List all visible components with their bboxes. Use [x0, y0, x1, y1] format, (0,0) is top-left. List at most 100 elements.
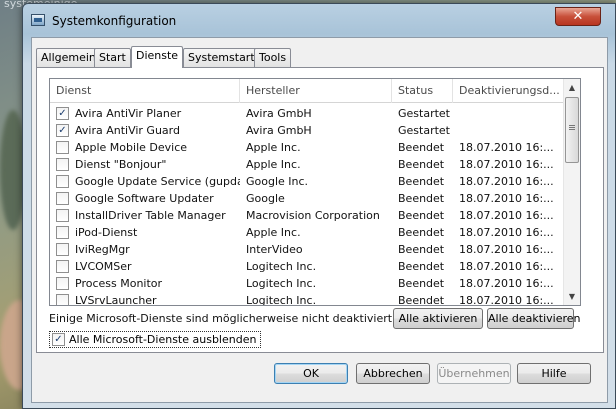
system-configuration-window: Systemkonfiguration ✕ Allgemein Start Di…: [22, 3, 616, 409]
service-vendor: Google: [246, 192, 285, 205]
hide-microsoft-services-check-icon: ✓: [52, 333, 65, 346]
service-name: Apple Mobile Device: [75, 141, 188, 154]
service-checkbox[interactable]: ✓: [56, 107, 69, 120]
msconfig-app-icon: [31, 14, 45, 26]
enable-all-button[interactable]: Alle aktivieren: [393, 308, 483, 329]
service-disable-date: 18.07.2010 16:...: [459, 277, 554, 290]
service-checkbox[interactable]: [56, 141, 69, 154]
service-row[interactable]: Process Monitor Logitech Inc. Beendet 18.07…: [50, 275, 566, 292]
service-vendor: Apple Inc.: [246, 141, 301, 154]
tab-allgemein[interactable]: Allgemein: [36, 48, 101, 67]
service-disable-date: 18.07.2010 16:...: [459, 175, 554, 188]
service-name: IviRegMgr: [75, 243, 130, 256]
service-disable-date: [453, 122, 566, 139]
service-row[interactable]: ✓ Avira AntiVir Guard Avira GmbH Gestartet: [50, 122, 566, 139]
column-header-disable-date[interactable]: Deaktivierungsd...: [453, 79, 566, 103]
service-name: LVCOMSer: [75, 260, 132, 273]
service-name: Google Software Updater: [75, 192, 214, 205]
service-status: Beendet: [398, 243, 445, 256]
service-row[interactable]: Dienst "Bonjour" Apple Inc. Beendet 18.07.2…: [50, 156, 566, 173]
service-name: Google Update Service (gupdate): [75, 175, 240, 188]
title-bar[interactable]: Systemkonfiguration ✕: [23, 4, 615, 36]
service-vendor: Avira GmbH: [246, 124, 312, 137]
service-disable-date: [453, 105, 566, 122]
service-checkbox[interactable]: [56, 260, 69, 273]
service-status: Beendet: [398, 226, 445, 239]
tab-start[interactable]: Start: [94, 48, 131, 67]
microsoft-services-note: Einige Microsoft-Dienste sind möglicherw…: [49, 312, 396, 325]
service-row[interactable]: Apple Mobile Device Apple Inc. Beendet 18.0…: [50, 139, 566, 156]
service-row[interactable]: ✓ Avira AntiVir Planer Avira GmbH Gestartet: [50, 105, 566, 122]
disable-all-button[interactable]: Alle deaktivieren: [487, 308, 581, 329]
scroll-down-button[interactable]: ▼: [564, 288, 580, 305]
service-disable-date: 18.07.2010 16:...: [459, 141, 554, 154]
service-status: Gestartet: [398, 124, 450, 137]
ok-button[interactable]: OK: [274, 363, 348, 384]
service-checkbox[interactable]: ✓: [56, 124, 69, 137]
service-checkbox[interactable]: [56, 209, 69, 222]
scroll-grip-icon: [569, 125, 575, 126]
service-disable-date: 18.07.2010 16:...: [459, 209, 554, 222]
service-row[interactable]: LVSrvLauncher Logitech Inc. Beendet 18.07.2…: [50, 292, 566, 306]
service-name: iPod-Dienst: [75, 226, 138, 239]
service-checkbox[interactable]: [56, 243, 69, 256]
services-list-header: Dienst Hersteller Status Deaktivierungsd…: [50, 79, 566, 103]
service-name: InstallDriver Table Manager: [75, 209, 226, 222]
service-disable-date: 18.07.2010 16:...: [459, 192, 554, 205]
service-vendor: Google Inc.: [246, 175, 309, 188]
service-row[interactable]: InstallDriver Table Manager Macrovision C…: [50, 207, 566, 224]
service-status: Beendet: [398, 192, 445, 205]
close-button[interactable]: ✕: [555, 7, 601, 26]
dialog-client-area: Allgemein Start Dienste Systemstart Tool…: [31, 37, 608, 403]
service-row[interactable]: IviRegMgr InterVideo Beendet 18.07.2010 16:…: [50, 241, 566, 258]
service-name: Avira AntiVir Guard: [75, 124, 180, 137]
service-disable-date: 18.07.2010 16:...: [459, 294, 554, 306]
column-header-status[interactable]: Status: [392, 79, 453, 103]
apply-button[interactable]: Übernehmen: [437, 363, 511, 384]
service-checkbox[interactable]: [56, 192, 69, 205]
scroll-thumb[interactable]: [565, 97, 579, 163]
column-header-service[interactable]: Dienst: [50, 79, 240, 103]
hide-microsoft-services-label: Alle Microsoft-Dienste ausblenden: [69, 333, 257, 346]
service-status: Beendet: [398, 294, 445, 306]
service-vendor: Logitech Inc.: [246, 294, 317, 306]
tab-systemstart[interactable]: Systemstart: [183, 48, 260, 67]
service-vendor: InterVideo: [246, 243, 303, 256]
scroll-up-button[interactable]: ▲: [564, 79, 580, 96]
service-status: Gestartet: [398, 107, 450, 120]
column-header-vendor[interactable]: Hersteller: [240, 79, 392, 103]
service-name: LVSrvLauncher: [75, 294, 157, 306]
service-row[interactable]: iPod-Dienst Apple Inc. Beendet 18.07.2010 1…: [50, 224, 566, 241]
service-disable-date: 18.07.2010 16:...: [459, 260, 554, 273]
service-checkbox[interactable]: [56, 158, 69, 171]
service-vendor: Logitech Inc.: [246, 260, 317, 273]
services-list-scrollbar[interactable]: ▲ ▼: [563, 79, 580, 305]
service-row[interactable]: Google Update Service (gupdate) Google In…: [50, 173, 566, 190]
service-checkbox[interactable]: [56, 294, 69, 305]
window-title: Systemkonfiguration: [52, 14, 177, 28]
service-vendor: Logitech Inc.: [246, 277, 317, 290]
tab-tools[interactable]: Tools: [254, 48, 292, 67]
service-vendor: Apple Inc.: [246, 226, 301, 239]
services-list[interactable]: Dienst Hersteller Status Deaktivierungsd…: [49, 78, 581, 306]
service-row[interactable]: LVCOMSer Logitech Inc. Beendet 18.07.2010 1…: [50, 258, 566, 275]
cancel-button[interactable]: Abbrechen: [356, 363, 430, 384]
service-row[interactable]: Google Software Updater Google Beendet 18.0…: [50, 190, 566, 207]
service-checkbox[interactable]: [56, 175, 69, 188]
services-list-body: ✓ Avira AntiVir Planer Avira GmbH Gestartet…: [50, 105, 566, 306]
scroll-up-icon: ▲: [568, 83, 576, 92]
service-checkbox[interactable]: [56, 226, 69, 239]
services-tab-panel: Dienst Hersteller Status Deaktivierungsd…: [36, 67, 604, 353]
tab-dienste[interactable]: Dienste: [131, 46, 184, 68]
service-status: Beendet: [398, 209, 445, 222]
service-checkbox[interactable]: [56, 277, 69, 290]
service-disable-date: 18.07.2010 16:...: [459, 243, 554, 256]
service-vendor: Apple Inc.: [246, 158, 301, 171]
close-icon: ✕: [572, 9, 584, 24]
help-button[interactable]: Hilfe: [517, 363, 591, 384]
service-status: Beendet: [398, 158, 445, 171]
service-vendor: Avira GmbH: [246, 107, 312, 120]
service-status: Beendet: [398, 260, 445, 273]
service-vendor: Macrovision Corporation: [246, 209, 380, 222]
hide-microsoft-services-checkbox[interactable]: ✓ Alle Microsoft-Dienste ausblenden: [49, 331, 262, 348]
